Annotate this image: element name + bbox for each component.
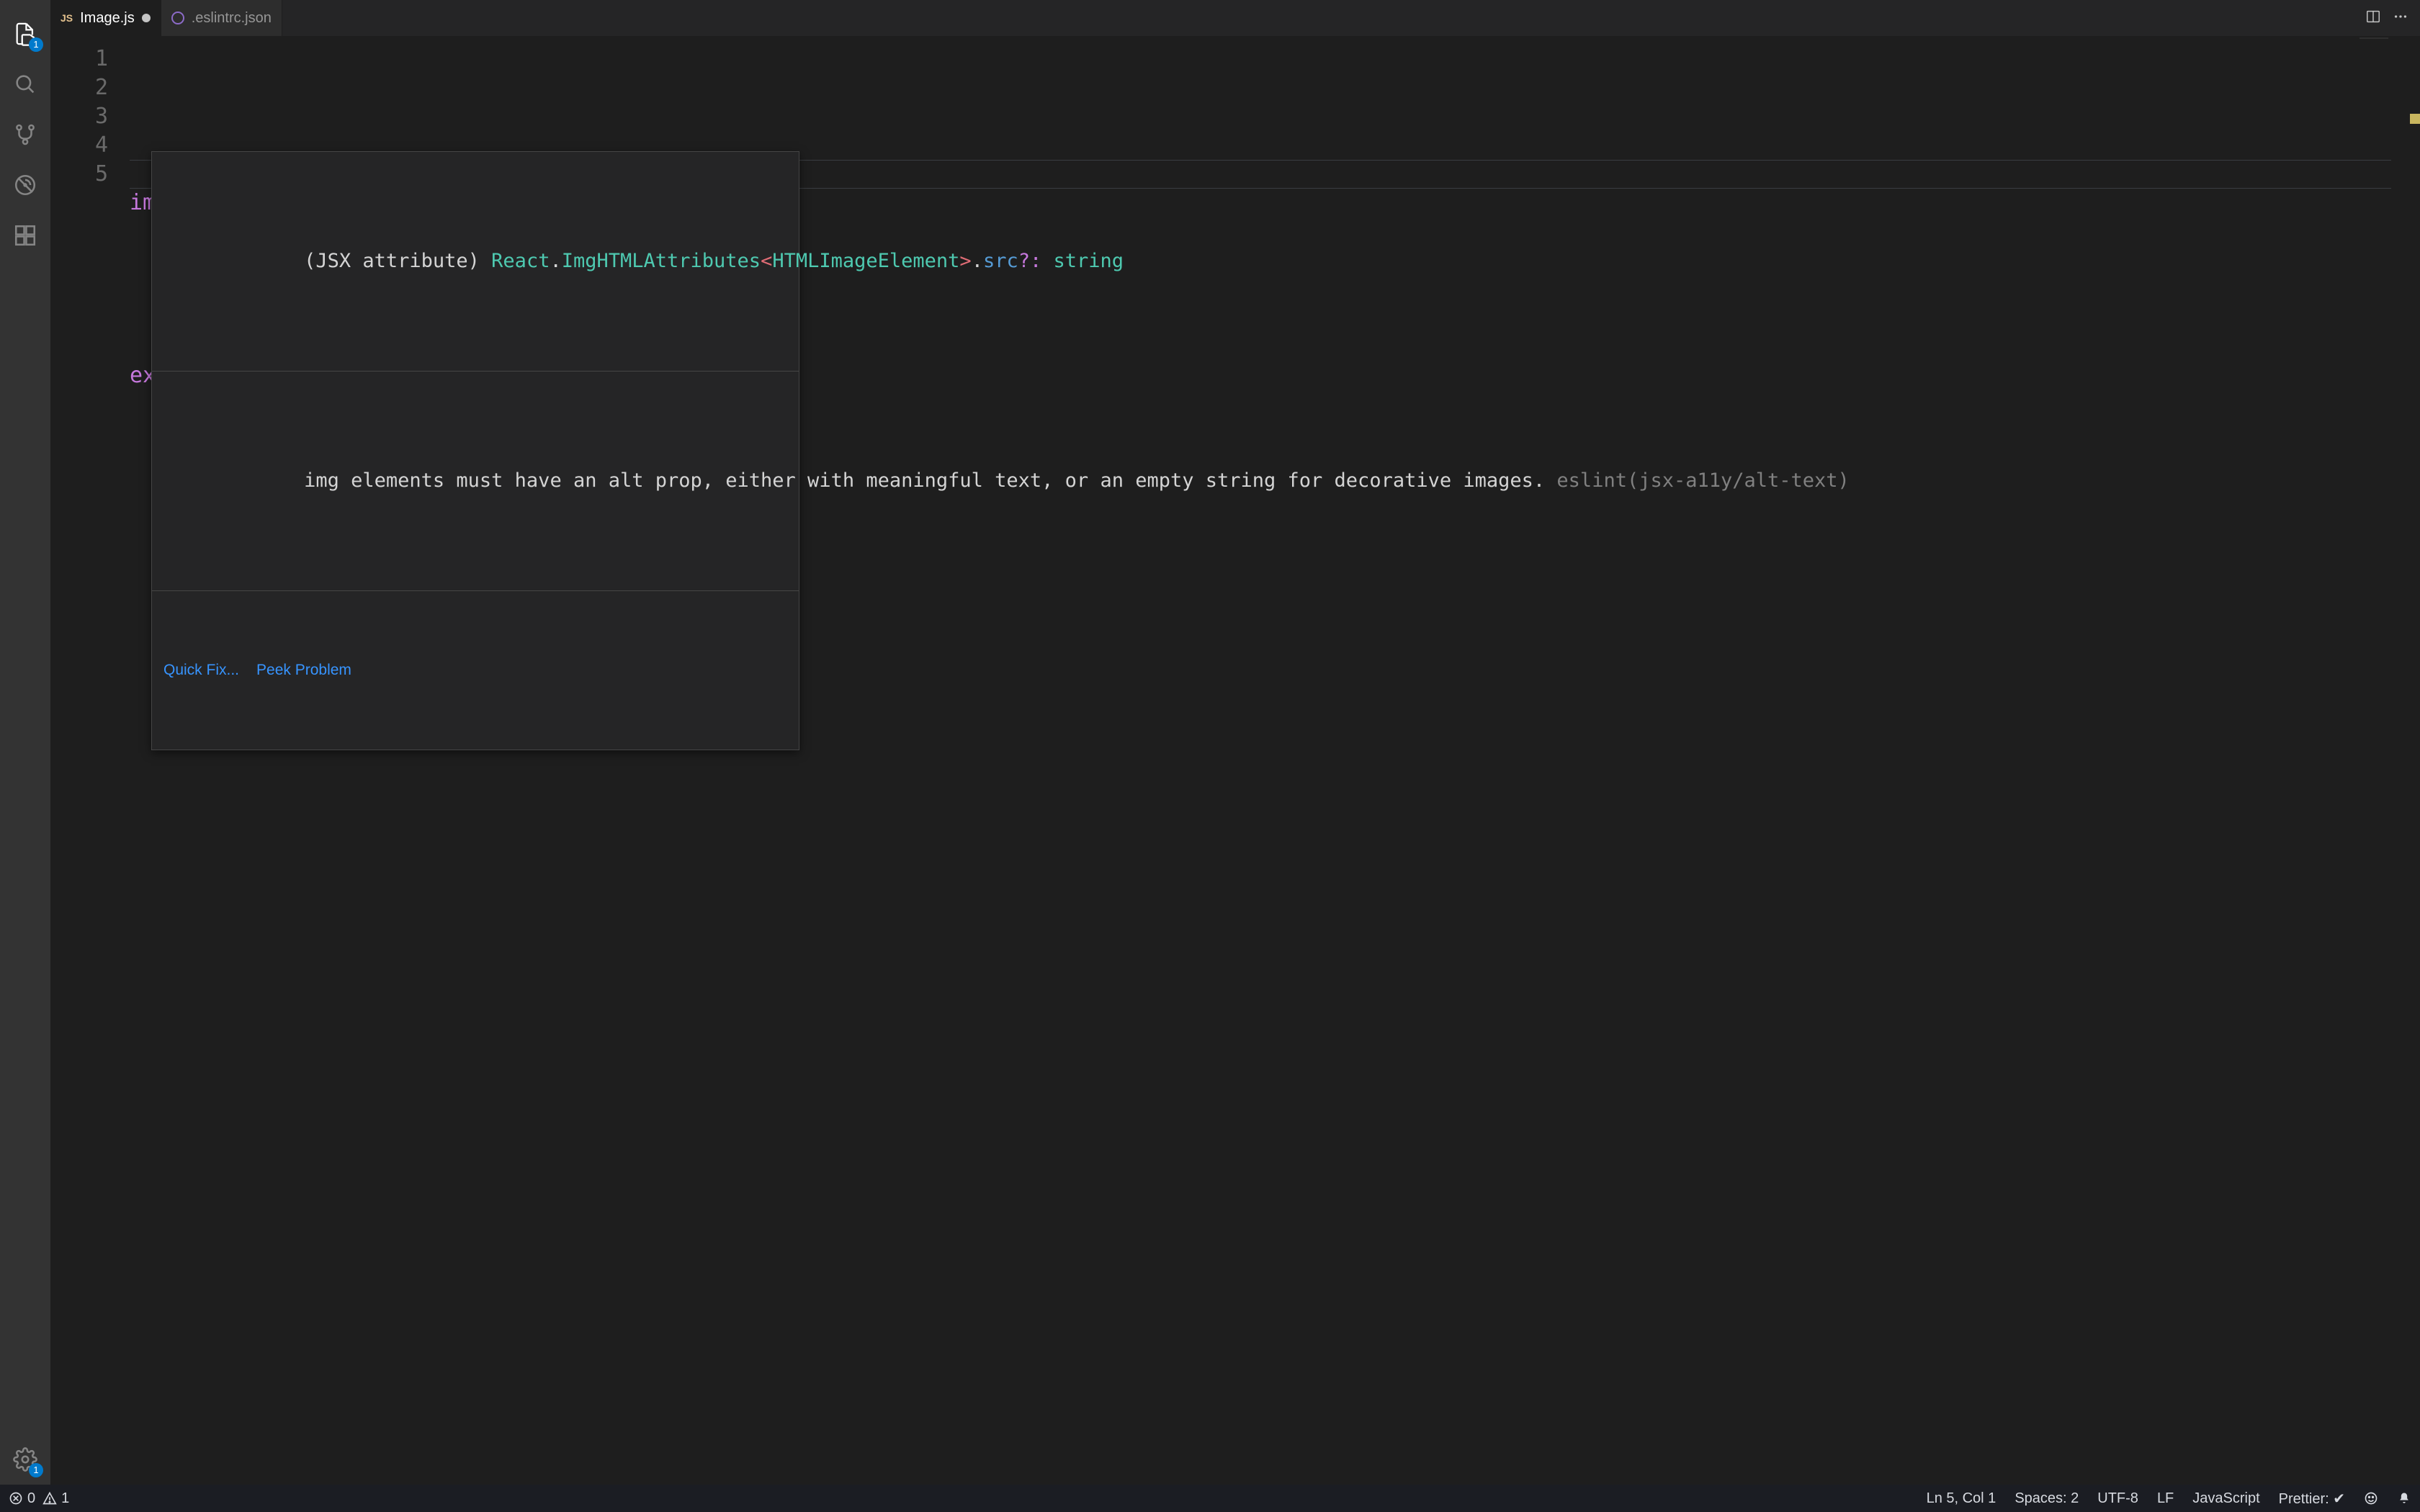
status-language[interactable]: JavaScript (2192, 1490, 2259, 1507)
line-number: 2 (50, 73, 108, 102)
errors-count: 0 (27, 1490, 35, 1507)
tab-label: Image.js (80, 10, 135, 27)
hover-actions: Quick Fix... Peek Problem (152, 649, 799, 692)
status-encoding[interactable]: UTF-8 (2097, 1490, 2138, 1507)
explorer-icon[interactable]: 1 (0, 9, 50, 59)
status-eol[interactable]: LF (2157, 1490, 2174, 1507)
eslint-icon (171, 12, 184, 24)
status-spaces[interactable]: Spaces: 2 (2015, 1490, 2079, 1507)
settings-badge: 1 (29, 1463, 43, 1477)
status-bar: 0 1 Ln 5, Col 1 Spaces: 2 UTF-8 LF JavaS… (0, 1485, 2420, 1512)
status-feedback-icon[interactable] (2364, 1491, 2378, 1506)
editor-column: JS Image.js .eslintrc.json 1 2 (50, 0, 2420, 1485)
minimap-icon (2360, 37, 2388, 45)
editor-body[interactable]: 1 2 3 4 5 import React from 'react'; exp… (50, 36, 2420, 1485)
tab-filetype-badge: JS (60, 12, 73, 24)
source-control-icon[interactable] (0, 109, 50, 160)
debug-icon[interactable] (0, 160, 50, 210)
split-editor-icon[interactable] (2365, 9, 2381, 28)
tab-eslintrc[interactable]: .eslintrc.json (161, 0, 282, 36)
tab-dirty-dot-icon (142, 14, 151, 22)
quick-fix-link[interactable]: Quick Fix... (163, 656, 239, 685)
overview-ruler[interactable] (2404, 36, 2420, 1485)
tab-bar: JS Image.js .eslintrc.json (50, 0, 2420, 36)
more-actions-icon[interactable] (2393, 9, 2408, 28)
main-area: 1 1 JS Image.js (0, 0, 2420, 1485)
warning-mark-icon (2410, 114, 2420, 124)
search-icon[interactable] (0, 59, 50, 109)
line-number: 1 (50, 45, 108, 73)
line-number: 4 (50, 131, 108, 160)
tab-label: .eslintrc.json (192, 10, 272, 27)
hover-signature: (JSX attribute) React.ImgHTMLAttributes<… (152, 210, 799, 313)
status-warnings[interactable]: 1 (42, 1490, 69, 1507)
status-errors[interactable]: 0 (9, 1490, 35, 1507)
line-number: 5 (50, 160, 108, 189)
status-prettier[interactable]: Prettier: ✔ (2279, 1490, 2345, 1508)
line-number: 3 (50, 102, 108, 131)
line-gutter: 1 2 3 4 5 (50, 36, 130, 1485)
tab-actions (2365, 0, 2420, 36)
status-bell-icon[interactable] (2397, 1491, 2411, 1506)
peek-problem-link[interactable]: Peek Problem (256, 656, 351, 685)
warnings-count: 1 (61, 1490, 69, 1507)
explorer-badge: 1 (29, 37, 43, 52)
activity-bar: 1 1 (0, 0, 50, 1485)
hover-tooltip: (JSX attribute) React.ImgHTMLAttributes<… (151, 151, 799, 750)
tab-image-js[interactable]: JS Image.js (50, 0, 161, 36)
status-ln-col[interactable]: Ln 5, Col 1 (1927, 1490, 1996, 1507)
settings-gear-icon[interactable]: 1 (0, 1434, 50, 1485)
hover-message: img elements must have an alt prop, eith… (152, 429, 799, 533)
extensions-icon[interactable] (0, 210, 50, 261)
code-area[interactable]: import React from 'react'; export const … (130, 36, 2404, 1485)
